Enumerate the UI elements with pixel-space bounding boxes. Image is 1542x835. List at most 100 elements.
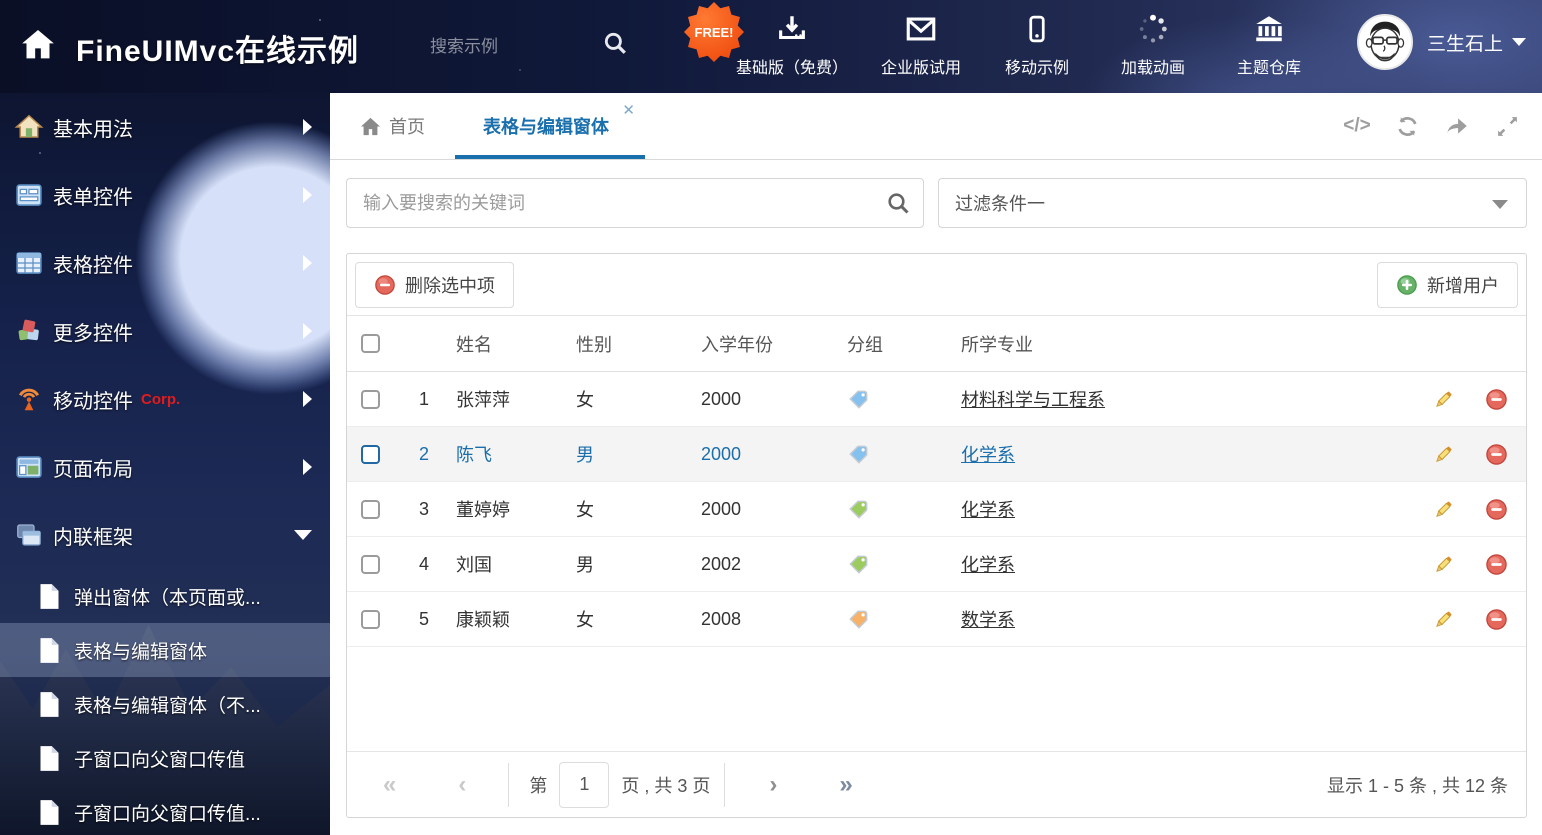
pencil-icon <box>1435 501 1452 517</box>
major-link[interactable]: 化学系 <box>961 500 1015 520</box>
tab-grid-edit-window[interactable]: 表格与编辑窗体 ✕ <box>455 93 645 159</box>
code-icon[interactable]: </> <box>1343 113 1370 139</box>
pagination-bar: « ‹ 第 页 , 共 3 页 › » 显示 1 - 5 条 , 共 12 条 <box>347 751 1526 817</box>
edit-button[interactable] <box>1420 388 1466 411</box>
column-header-name[interactable]: 姓名 <box>431 331 576 357</box>
close-tab-icon[interactable]: ✕ <box>622 103 635 118</box>
column-header-year[interactable]: 入学年份 <box>701 331 847 357</box>
major-link[interactable]: 化学系 <box>961 555 1015 575</box>
delete-button[interactable] <box>1466 553 1526 576</box>
home-logo-icon[interactable] <box>18 25 58 65</box>
cell-gender: 男 <box>576 445 594 465</box>
expand-arrow-icon <box>303 255 312 271</box>
page-icon <box>40 799 59 825</box>
row-checkbox[interactable] <box>361 499 380 519</box>
first-page-button[interactable]: « <box>383 772 396 797</box>
column-header-major[interactable]: 所学专业 <box>961 331 1420 357</box>
delete-icon <box>1485 608 1507 630</box>
keyword-search-input[interactable] <box>346 178 924 228</box>
page-number-input[interactable] <box>559 761 610 808</box>
cell-name: 陈飞 <box>456 445 492 465</box>
select-all-checkbox[interactable] <box>361 334 380 353</box>
add-user-button[interactable]: 新增用户 <box>1377 261 1518 308</box>
major-link[interactable]: 化学系 <box>961 445 1015 465</box>
tab-toolbar: </> <box>1343 93 1542 159</box>
nav-item-theme-store[interactable]: 主题仓库 <box>1226 10 1312 78</box>
envelope-icon <box>904 10 938 46</box>
table-row[interactable]: 5 康颖颖 女 2008 数学系 <box>347 592 1526 647</box>
nav-item-loading-animation[interactable]: 加载动画 <box>1110 10 1196 78</box>
pencil-icon <box>1435 446 1452 462</box>
column-header-gender[interactable]: 性别 <box>576 331 701 357</box>
major-link[interactable]: 材料科学与工程系 <box>961 390 1105 410</box>
refresh-icon[interactable] <box>1394 113 1420 139</box>
nav-item-basic-edition[interactable]: 基础版（免费） <box>736 10 848 78</box>
user-caret-icon <box>1512 38 1526 46</box>
tab-home[interactable]: 首页 <box>330 93 455 159</box>
edit-button[interactable] <box>1420 553 1466 576</box>
cell-gender: 女 <box>576 500 594 520</box>
row-checkbox[interactable] <box>361 444 380 464</box>
expand-icon[interactable] <box>1494 113 1520 139</box>
sidebar-subitem-popup-window[interactable]: 弹出窗体（本页面或... <box>0 569 330 623</box>
sidebar-subitem-grid-edit-window-2[interactable]: 表格与编辑窗体（不... <box>0 677 330 731</box>
edit-button[interactable] <box>1420 498 1466 521</box>
collapse-arrow-icon <box>294 530 312 540</box>
layout-icon <box>16 456 42 478</box>
sidebar-item-basic-usage[interactable]: 基本用法 <box>0 93 330 161</box>
cell-name: 康颖颖 <box>456 610 510 630</box>
next-page-button[interactable]: › <box>769 772 777 797</box>
sidebar-subitem-grid-edit-window[interactable]: 表格与编辑窗体 <box>0 623 330 677</box>
page-prefix: 第 <box>529 775 548 796</box>
major-link[interactable]: 数学系 <box>961 610 1015 630</box>
delete-icon <box>1485 443 1507 465</box>
sidebar-item-mobile-controls[interactable]: 移动控件 Corp. <box>0 365 330 433</box>
sidebar-subitem-child-to-parent[interactable]: 子窗口向父窗口传值 <box>0 731 330 785</box>
sidebar-item-more-controls[interactable]: 更多控件 <box>0 297 330 365</box>
row-checkbox[interactable] <box>361 389 380 409</box>
delete-button[interactable] <box>1466 388 1526 411</box>
user-name: 三生石上 <box>1427 29 1526 56</box>
search-icon[interactable] <box>886 191 910 215</box>
sidebar-item-page-layout[interactable]: 页面布局 <box>0 433 330 501</box>
page-suffix: 页 , 共 3 页 <box>621 775 711 796</box>
cell-gender: 女 <box>576 610 594 630</box>
avatar <box>1356 14 1413 70</box>
last-page-button[interactable]: » <box>839 772 852 797</box>
sidebar-item-iframe[interactable]: 内联框架 <box>0 501 330 569</box>
nav-item-enterprise-trial[interactable]: 企业版试用 <box>878 10 964 78</box>
edit-button[interactable] <box>1420 443 1466 466</box>
table-row-selected[interactable]: 2 陈飞 男 2000 化学系 <box>347 427 1526 482</box>
sidebar-item-grid-controls[interactable]: 表格控件 <box>0 229 330 297</box>
remove-icon <box>375 274 395 295</box>
header-search-icon[interactable] <box>602 30 628 56</box>
tab-bar: 首页 表格与编辑窗体 ✕ </> <box>330 93 1542 160</box>
tag-icon <box>849 500 868 519</box>
share-icon[interactable] <box>1444 113 1470 139</box>
row-checkbox[interactable] <box>361 554 380 574</box>
nav-item-mobile-demo[interactable]: 移动示例 <box>994 10 1080 78</box>
prev-page-button[interactable]: ‹ <box>458 772 466 797</box>
table-row[interactable]: 1 张萍萍 女 2000 材料科学与工程系 <box>347 372 1526 427</box>
filter-dropdown[interactable]: 过滤条件一 <box>938 178 1527 228</box>
header-search-input[interactable] <box>430 30 585 64</box>
header-nav: 基础版（免费） 企业版试用 移动示例 加载动画 主题仓库 <box>736 10 1312 78</box>
delete-selected-button[interactable]: 删除选中项 <box>355 261 514 308</box>
page-icon <box>40 691 59 717</box>
sidebar-item-form-controls[interactable]: 表单控件 <box>0 161 330 229</box>
delete-button[interactable] <box>1466 608 1526 631</box>
table-row[interactable]: 3 董婷婷 女 2000 化学系 <box>347 482 1526 537</box>
main-content: 首页 表格与编辑窗体 ✕ </> 输入要搜索的关键词 过滤条件一 删除选中项 新… <box>330 93 1542 835</box>
user-menu[interactable]: 三生石上 <box>1356 14 1526 70</box>
table-row[interactable]: 4 刘国 男 2002 化学系 <box>347 537 1526 592</box>
edit-button[interactable] <box>1420 608 1466 631</box>
delete-button[interactable] <box>1466 443 1526 466</box>
delete-button[interactable] <box>1466 498 1526 521</box>
column-header-group[interactable]: 分组 <box>847 331 961 357</box>
page-icon <box>40 745 59 771</box>
sidebar-subitem-child-to-parent-2[interactable]: 子窗口向父窗口传值... <box>0 785 330 835</box>
expand-arrow-icon <box>303 119 312 135</box>
cell-year: 2002 <box>701 553 742 574</box>
app-window: FineUIMvc在线示例 FREE! 基础版（免费） <box>0 0 1542 835</box>
row-checkbox[interactable] <box>361 609 380 629</box>
